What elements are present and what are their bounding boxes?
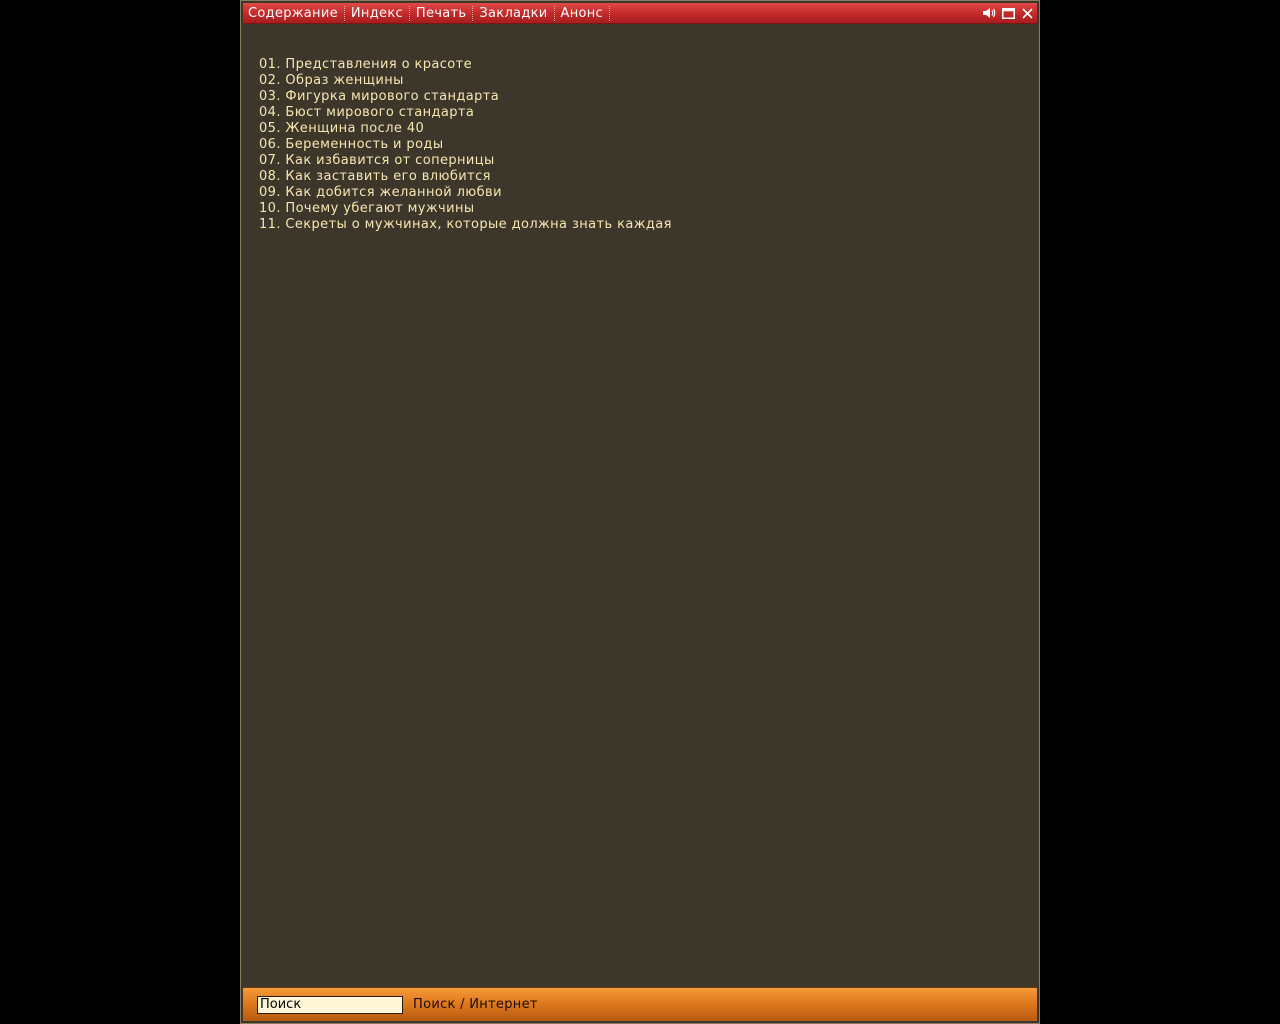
maximize-icon[interactable]: [1000, 5, 1016, 21]
search-bar: Поиск / Интернет: [243, 987, 1037, 1021]
toc-item[interactable]: 09. Как добится желанной любви: [259, 185, 672, 201]
search-internet-link[interactable]: Поиск / Интернет: [413, 997, 538, 1012]
main-menu: Содержание Индекс Печать Закладки Анонс: [243, 3, 611, 23]
toc-item[interactable]: 08. Как заставить его влюбится: [259, 169, 672, 185]
menu-item-bookmarks[interactable]: Закладки: [473, 3, 553, 23]
toc-item[interactable]: 04. Бюст мирового стандарта: [259, 105, 672, 121]
toc-item[interactable]: 02. Образ женщины: [259, 73, 672, 89]
menu-item-print[interactable]: Печать: [410, 3, 472, 23]
toc-item[interactable]: 01. Представления о красоте: [259, 57, 672, 73]
search-input[interactable]: [257, 995, 403, 1014]
table-of-contents: 01. Представления о красоте 02. Образ же…: [259, 57, 672, 233]
speaker-icon[interactable]: [981, 5, 997, 21]
toc-item[interactable]: 07. Как избавится от соперницы: [259, 153, 672, 169]
menu-bar: Содержание Индекс Печать Закладки Анонс: [243, 3, 1037, 24]
menu-separator: [609, 5, 611, 21]
toc-item[interactable]: 03. Фигурка мирового стандарта: [259, 89, 672, 105]
menu-item-announce[interactable]: Анонс: [555, 3, 610, 23]
toc-item[interactable]: 11. Секреты о мужчинах, которые должна з…: [259, 217, 672, 233]
toc-item[interactable]: 10. Почему убегают мужчины: [259, 201, 672, 217]
menu-item-contents[interactable]: Содержание: [243, 3, 344, 23]
window-controls: [978, 3, 1037, 23]
toc-item[interactable]: 05. Женщина после 40: [259, 121, 672, 137]
close-icon[interactable]: [1019, 5, 1035, 21]
toc-item[interactable]: 06. Беременность и роды: [259, 137, 672, 153]
app-window: Содержание Индекс Печать Закладки Анонс: [240, 0, 1040, 1024]
menu-item-index[interactable]: Индекс: [345, 3, 409, 23]
